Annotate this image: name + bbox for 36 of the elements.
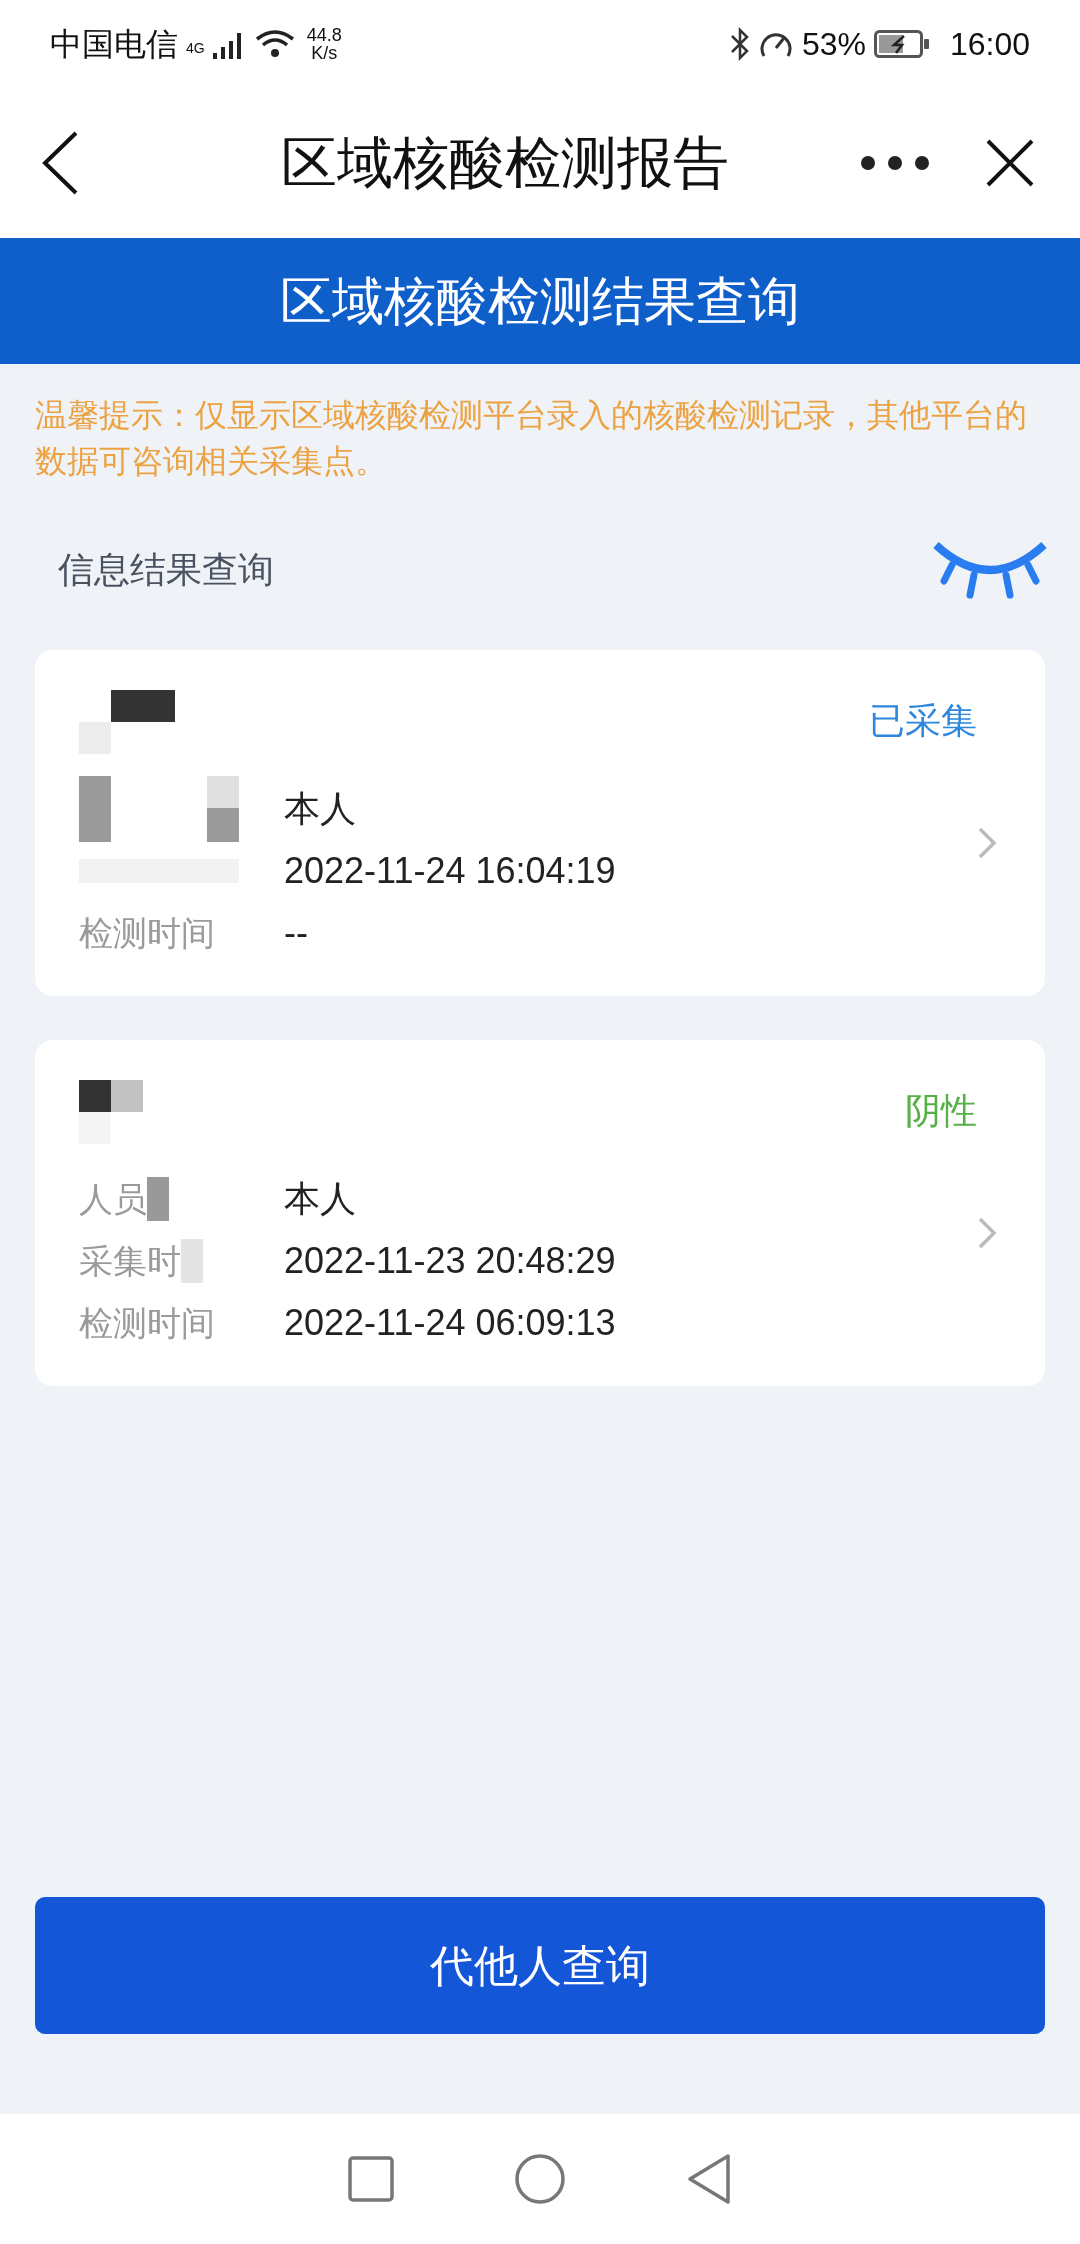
header-banner: 区域核酸检测结果查询 [0,238,1080,364]
field-label: 检测时间 [79,912,215,954]
field-value: 2022-11-23 20:48:29 [284,1239,616,1283]
network-type: 4G [186,39,205,58]
field-value: 本人 [284,787,356,831]
battery-percent: 53% [801,25,866,64]
field-label: 采集时 [79,1240,181,1282]
field-value: 2022-11-24 06:09:13 [284,1301,616,1345]
chevron-right-icon [977,1216,997,1250]
field-value: -- [284,911,308,955]
section-title: 信息结果查询 [58,548,274,592]
mosaic-drawing [181,1239,205,1283]
speed-unit: K/s [311,44,338,62]
chevron-right-icon [977,826,997,860]
carrier-name: 中国电信 [50,25,178,64]
wifi-icon [254,29,295,59]
bluetooth-icon [729,27,750,61]
back-nav-button[interactable] [686,2153,732,2205]
record-card[interactable]: 已采集 本人 2022-11-24 16:04:19 检测时间 -- [35,650,1045,996]
status-label: 阴性 [905,1089,977,1133]
field-value: 2022-11-24 16:04:19 [284,849,616,893]
field-value: 本人 [284,1177,356,1221]
battery-icon [873,30,930,58]
record-card[interactable]: 阴性 人员 本人 采集时 2022-11-23 20:48:29 检测时间 2022-11-24 06:09:13 [35,1040,1045,1386]
field-label: 检测时间 [79,1302,215,1344]
query-for-others-button[interactable]: 代他人查询 [35,1897,1045,2034]
page-title: 区域核酸检测报告 [280,130,730,196]
clock-time: 16:00 [949,25,1030,64]
status-label: 已采集 [869,699,977,743]
speed-value: 44.8 [306,26,342,44]
mosaic-drawing [147,1177,171,1221]
more-icon [860,155,930,171]
home-button[interactable] [514,2153,566,2205]
field-label: 人员 [79,1178,147,1220]
recents-button[interactable] [348,2156,394,2202]
tip-text: 温馨提示：仅显示区域核酸检测平台录入的核酸检测记录，其他平台的数据可咨询相关采集点。 [34,396,1028,481]
